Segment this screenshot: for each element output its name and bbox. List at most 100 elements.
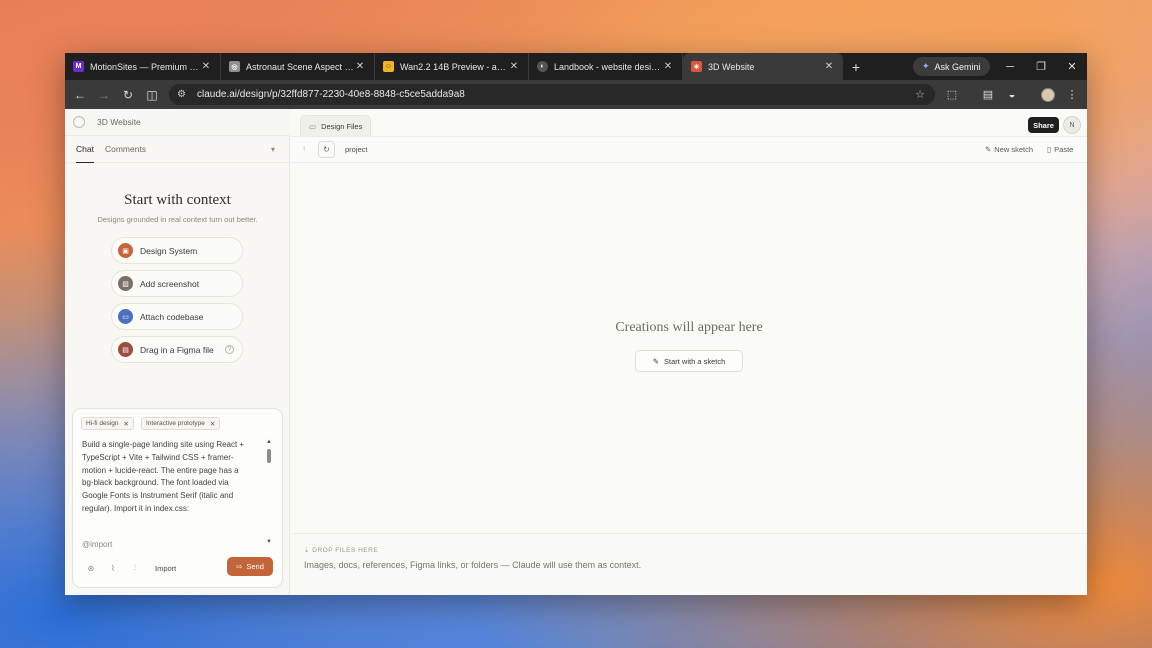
landbook-favicon-icon: ◐ bbox=[537, 61, 548, 72]
chevron-down-icon[interactable]: ▾ bbox=[271, 145, 275, 154]
ask-gemini-button[interactable]: ✦ Ask Gemini bbox=[913, 57, 990, 76]
start-sketch-label: Start with a sketch bbox=[664, 356, 726, 366]
share-button[interactable]: Share bbox=[1028, 117, 1059, 133]
gemini-sparkle-icon: ✦ bbox=[922, 61, 930, 71]
scroll-up-icon[interactable]: ▲ bbox=[266, 439, 272, 445]
send-label: Send bbox=[246, 562, 264, 571]
close-tab-icon[interactable]: ✕ bbox=[662, 61, 674, 72]
chip-label: Interactive prototype bbox=[146, 420, 205, 427]
back-arrow-icon[interactable]: ← bbox=[68, 83, 92, 107]
up-arrow-icon[interactable]: ↑ bbox=[302, 144, 306, 153]
design-canvas: ▭ Design Files Share N ↑ ↻ project ✎ New… bbox=[291, 109, 1087, 595]
file-tab-label: Design Files bbox=[321, 121, 363, 131]
browser-menu-icon[interactable]: ⋮ bbox=[1061, 80, 1083, 109]
app-area: 3D Website Chat Comments ▾ Start with co… bbox=[65, 109, 1087, 595]
project-name[interactable]: 3D Website bbox=[97, 117, 141, 127]
sliders-icon[interactable]: ⫶ bbox=[127, 560, 143, 576]
paperclip-icon[interactable]: ⌇ bbox=[105, 560, 121, 576]
remove-chip-icon[interactable]: ✕ bbox=[210, 420, 215, 428]
tab-chat[interactable]: Chat bbox=[76, 136, 94, 163]
profile-avatar-image bbox=[1041, 87, 1055, 102]
figma-file-button[interactable]: ▤ Drag in a Figma file ? bbox=[111, 336, 243, 363]
reload-icon[interactable]: ↻ bbox=[116, 83, 140, 107]
attach-codebase-label: Attach codebase bbox=[140, 311, 204, 322]
attach-codebase-button[interactable]: ▭ Attach codebase bbox=[111, 303, 243, 330]
close-window-icon[interactable]: ✕ bbox=[1057, 53, 1087, 80]
chip-hifi-design[interactable]: Hi-fi design ✕ bbox=[81, 417, 134, 430]
tab-title: 3D Website bbox=[708, 61, 755, 72]
import-button[interactable]: Import bbox=[155, 564, 176, 573]
prompt-scrollbar[interactable]: ▲ ▼ bbox=[266, 439, 272, 549]
tab-title: Landbook - website design ins bbox=[554, 61, 662, 72]
prompt-overflow-text: @import bbox=[82, 540, 113, 549]
side-panel-icon[interactable]: ◫ bbox=[140, 83, 164, 107]
refresh-icon[interactable]: ↻ bbox=[318, 141, 335, 158]
close-tab-icon[interactable]: ✕ bbox=[508, 61, 520, 72]
browser-tab[interactable]: ◐ Landbook - website design ins ✕ bbox=[529, 53, 683, 80]
prompt-textarea[interactable]: Build a single-page landing site using R… bbox=[82, 439, 262, 516]
restore-icon[interactable]: ❐ bbox=[1026, 53, 1056, 80]
codebase-icon: ▭ bbox=[118, 309, 133, 324]
scroll-thumb[interactable] bbox=[267, 449, 271, 463]
tab-title: Astronaut Scene Aspect Ratio bbox=[246, 61, 354, 72]
tab-design-files[interactable]: ▭ Design Files bbox=[300, 115, 372, 136]
sidebar-tabs: Chat Comments ▾ bbox=[65, 136, 289, 163]
drop-zone-text: Images, docs, references, Figma links, o… bbox=[304, 560, 642, 570]
design-system-label: Design System bbox=[140, 245, 198, 256]
close-tab-icon[interactable]: ✕ bbox=[823, 61, 835, 72]
scroll-down-icon[interactable]: ▼ bbox=[266, 539, 272, 545]
browser-tab[interactable]: ☺ Wan2.2 14B Preview - a Huggi ✕ bbox=[375, 53, 529, 80]
context-title: Start with context bbox=[124, 192, 231, 208]
screenshot-icon: ▧ bbox=[118, 276, 133, 291]
figma-file-label: Drag in a Figma file bbox=[140, 344, 214, 355]
chip-interactive-prototype[interactable]: Interactive prototype ✕ bbox=[141, 417, 221, 430]
remove-chip-icon[interactable]: ✕ bbox=[124, 420, 129, 428]
pencil-icon: ✎ bbox=[652, 356, 659, 366]
tab-title: MotionSites — Premium Hero bbox=[90, 61, 200, 72]
extensions-icon[interactable]: ⬚ bbox=[941, 80, 963, 109]
ask-gemini-label: Ask Gemini bbox=[934, 61, 981, 72]
breadcrumb[interactable]: project bbox=[345, 145, 368, 154]
browser-window: M MotionSites — Premium Hero ✕ ◎ Astrona… bbox=[65, 53, 1087, 595]
incognito-icon[interactable]: ◒ bbox=[1001, 80, 1023, 109]
browser-tab[interactable]: ◎ Astronaut Scene Aspect Ratio ✕ bbox=[221, 53, 375, 80]
new-sketch-label: New sketch bbox=[994, 145, 1034, 154]
close-tab-icon[interactable]: ✕ bbox=[354, 61, 366, 72]
prompt-composer: Hi-fi design ✕ Interactive prototype ✕ B… bbox=[72, 408, 283, 588]
profile-avatar[interactable] bbox=[1037, 80, 1059, 109]
start-sketch-button[interactable]: ✎ Start with a sketch bbox=[635, 350, 743, 372]
user-avatar[interactable]: N bbox=[1063, 116, 1081, 134]
drop-heading-label: DROP FILES HERE bbox=[312, 547, 379, 554]
forward-arrow-icon[interactable]: → bbox=[92, 83, 116, 107]
claude-logo-icon[interactable] bbox=[73, 116, 85, 128]
paste-button[interactable]: ▯ Paste bbox=[1047, 145, 1073, 154]
chat-sidebar: Chat Comments ▾ Start with context Desig… bbox=[65, 136, 290, 595]
design-system-button[interactable]: ▣ Design System bbox=[111, 237, 243, 264]
figma-file-icon: ▤ bbox=[118, 342, 133, 357]
send-button[interactable]: ⇨ Send bbox=[227, 557, 273, 576]
close-tab-icon[interactable]: ✕ bbox=[200, 61, 212, 72]
add-screenshot-button[interactable]: ▧ Add screenshot bbox=[111, 270, 243, 297]
new-sketch-button[interactable]: ✎ New sketch bbox=[985, 145, 1033, 154]
new-tab-button[interactable]: + bbox=[843, 59, 869, 75]
site-info-icon[interactable]: ⚙ bbox=[177, 89, 191, 100]
drop-zone[interactable]: ⇣ DROP FILES HERE Images, docs, referenc… bbox=[291, 533, 1087, 595]
help-icon[interactable]: ? bbox=[225, 345, 234, 354]
browser-tab-active[interactable]: ✳ 3D Website ✕ bbox=[683, 53, 843, 80]
upload-icon: ⇣ bbox=[304, 547, 310, 554]
tab-title: Wan2.2 14B Preview - a Huggi bbox=[400, 61, 508, 72]
empty-state-title: Creations will appear here bbox=[615, 320, 763, 335]
address-bar[interactable]: ⚙ claude.ai/design/p/32ffd877-2230-40e8-… bbox=[169, 84, 935, 105]
chatgpt-favicon-icon: ◎ bbox=[229, 61, 240, 72]
drop-zone-heading: ⇣ DROP FILES HERE bbox=[304, 546, 378, 554]
minimize-icon[interactable]: ─ bbox=[995, 53, 1025, 80]
settings-icon[interactable]: ⊛ bbox=[83, 560, 99, 576]
bookmark-star-icon[interactable]: ☆ bbox=[915, 88, 925, 101]
motionsites-favicon-icon: M bbox=[73, 61, 84, 72]
claude-favicon-icon: ✳ bbox=[691, 61, 702, 72]
tab-strip: M MotionSites — Premium Hero ✕ ◎ Astrona… bbox=[65, 53, 1087, 80]
add-screenshot-label: Add screenshot bbox=[140, 278, 200, 289]
browser-tab[interactable]: M MotionSites — Premium Hero ✕ bbox=[65, 53, 221, 80]
tab-comments[interactable]: Comments bbox=[105, 136, 146, 163]
reading-list-icon[interactable]: ▤ bbox=[977, 80, 999, 109]
